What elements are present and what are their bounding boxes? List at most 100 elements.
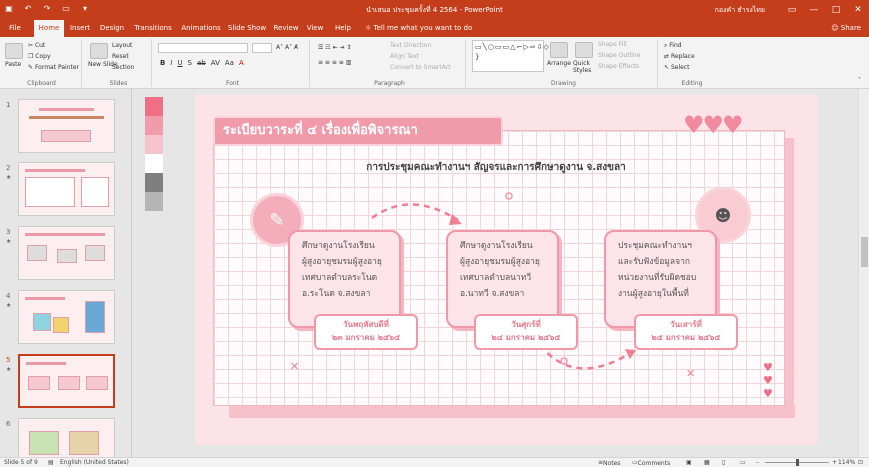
user-name[interactable]: กองคำ ธำรงไทย bbox=[715, 5, 765, 16]
paste-button[interactable]: Paste bbox=[5, 61, 21, 68]
select-button[interactable]: ↖ Select bbox=[664, 64, 689, 71]
slide-thumbnail-4[interactable] bbox=[18, 290, 115, 344]
slideshow-view-icon[interactable]: ▭ bbox=[740, 459, 746, 466]
card-line: ผู้สูงอายุชมรมผู้สูงอายุ bbox=[460, 257, 540, 267]
reset-button[interactable]: Reset bbox=[112, 53, 129, 60]
replace-button[interactable]: ⇄ Replace bbox=[664, 53, 695, 60]
tab-file[interactable]: File bbox=[4, 20, 26, 37]
shape-effects-button[interactable]: Shape Effects bbox=[598, 63, 639, 70]
quick-styles-button[interactable]: Quick Styles bbox=[573, 60, 593, 74]
vertical-scrollbar[interactable] bbox=[858, 89, 869, 457]
pill-date: ๒๓ มกราคม ๒๕๖๕ bbox=[331, 333, 401, 342]
hearts-decoration: ♥♥♥ bbox=[683, 111, 744, 139]
language-indicator[interactable]: English (United States) bbox=[60, 459, 129, 466]
font-name-input[interactable] bbox=[158, 43, 248, 53]
slide-thumbnail-6[interactable] bbox=[18, 418, 115, 458]
ribbon-display-icon[interactable]: ▭ bbox=[781, 0, 803, 20]
replace-icon: ⇄ bbox=[664, 53, 671, 60]
swatch bbox=[145, 173, 163, 192]
tab-insert[interactable]: Insert bbox=[68, 20, 92, 37]
zoom-slider-knob[interactable] bbox=[796, 459, 799, 466]
font-size-adjust-icon[interactable]: A˄ A˅ A̸ bbox=[276, 44, 298, 51]
card-line: งานผู้สูงอายุในพื้นที่ bbox=[618, 289, 689, 299]
shapes-gallery[interactable]: ▭╲○▭▭△⌐▷⇨⇩◇☆{ } bbox=[472, 40, 562, 72]
editing-group: ⌕ Find ⇄ Replace ↖ Select Editing bbox=[662, 39, 722, 87]
tell-me-box[interactable]: ☼ Tell me what you want to do bbox=[365, 20, 472, 37]
tab-slide-show[interactable]: Slide Show bbox=[227, 20, 267, 37]
font-size-input[interactable] bbox=[252, 43, 272, 53]
card-line: ผู้สูงอายุชมรมผู้สูงอายุ bbox=[302, 257, 382, 267]
thumb-number: 2 bbox=[6, 164, 11, 172]
reading-view-icon[interactable]: ▯ bbox=[722, 459, 725, 466]
decorative-band bbox=[229, 406, 795, 418]
card-line: ประชุมคณะทำงานฯ bbox=[618, 241, 692, 251]
shadow-button[interactable]: S bbox=[188, 59, 192, 67]
minimize-icon[interactable]: — bbox=[803, 0, 825, 20]
status-bar: Slide 5 of 9 ▤ English (United States) ≡… bbox=[0, 457, 869, 467]
tab-transitions[interactable]: Transitions bbox=[132, 20, 174, 37]
paste-icon[interactable] bbox=[5, 43, 23, 59]
arrange-icon[interactable] bbox=[550, 42, 568, 58]
tab-help[interactable]: Help bbox=[333, 20, 353, 37]
drawing-label: Drawing bbox=[551, 80, 576, 87]
italic-button[interactable]: I bbox=[170, 59, 172, 67]
pill-day: วันศุกร์ที่ bbox=[511, 320, 541, 329]
tab-home[interactable]: Home bbox=[34, 20, 64, 37]
date-pill-1[interactable]: วันพฤหัสบดีที่ ๒๓ มกราคม ๒๕๖๕ bbox=[314, 314, 418, 350]
align-text-button[interactable]: Align Text bbox=[390, 53, 419, 60]
find-button[interactable]: ⌕ Find bbox=[664, 42, 682, 50]
shape-outline-button[interactable]: Shape Outline bbox=[598, 52, 640, 59]
normal-view-icon[interactable]: ▣ bbox=[686, 459, 692, 466]
tab-view[interactable]: View bbox=[305, 20, 325, 37]
cut-button[interactable]: ✂ Cut bbox=[28, 42, 45, 49]
close-icon[interactable]: ✕ bbox=[847, 0, 869, 20]
change-case-button[interactable]: Aa bbox=[225, 59, 234, 67]
brush-icon: ✎ bbox=[28, 64, 35, 71]
collapse-ribbon-icon[interactable]: ˄ bbox=[858, 77, 861, 84]
arrange-button[interactable]: Arrange bbox=[547, 60, 571, 67]
slide-thumbnail-1[interactable] bbox=[18, 99, 115, 153]
spellcheck-icon[interactable]: ▤ bbox=[48, 459, 54, 466]
thumb-transition-star: ★ bbox=[6, 174, 12, 181]
zoom-level[interactable]: 114% bbox=[838, 459, 855, 466]
notes-button[interactable]: ≡ Notes bbox=[598, 459, 620, 467]
tab-animations[interactable]: Animations bbox=[180, 20, 222, 37]
card-line: เทศบาลตำบลระโนด bbox=[302, 273, 378, 283]
slide-thumbnail-5[interactable] bbox=[18, 354, 115, 408]
slide-thumbnail-3[interactable] bbox=[18, 226, 115, 280]
tab-review[interactable]: Review bbox=[273, 20, 299, 37]
slide-title[interactable]: ระเบียบวาระที่ ๔ เรื่องเพื่อพิจารณา bbox=[213, 116, 503, 146]
comments-button[interactable]: ▭ Comments bbox=[632, 459, 670, 467]
share-button[interactable]: ☺ Share bbox=[831, 20, 861, 37]
bullets-icon[interactable]: ☰ ☷ ⇤ ⇥ ↕ bbox=[318, 44, 351, 51]
font-color-button[interactable]: A bbox=[239, 59, 244, 67]
smartart-button[interactable]: Convert to SmartArt bbox=[390, 64, 451, 71]
zoom-out-icon[interactable]: – bbox=[756, 459, 759, 466]
strikethrough-button[interactable]: ab bbox=[197, 59, 206, 67]
shape-fill-button[interactable]: Shape Fill bbox=[598, 41, 627, 48]
new-slide-icon[interactable] bbox=[90, 43, 108, 59]
copy-button[interactable]: ❐ Copy bbox=[28, 53, 51, 60]
format-painter-button[interactable]: ✎ Format Painter bbox=[28, 64, 79, 71]
section-button[interactable]: Section bbox=[112, 64, 134, 71]
text-direction-button[interactable]: Text Direction bbox=[390, 42, 431, 49]
tab-design[interactable]: Design bbox=[99, 20, 125, 37]
slide-thumbnail-2[interactable] bbox=[18, 162, 115, 216]
slide-thumbnails-pane: 1 2 ★ 3 ★ 4 ★ 5 ★ 6 bbox=[0, 89, 132, 458]
slide-sorter-icon[interactable]: ▦ bbox=[704, 459, 710, 466]
fit-slide-icon[interactable]: ⊡ bbox=[858, 459, 863, 466]
char-spacing-button[interactable]: AV bbox=[211, 59, 220, 67]
quick-styles-icon[interactable] bbox=[575, 42, 593, 58]
layout-button[interactable]: Layout bbox=[112, 42, 132, 49]
date-pill-2[interactable]: วันศุกร์ที่ ๒๔ มกราคม ๒๕๖๕ bbox=[474, 314, 578, 350]
date-pill-3[interactable]: วันเสาร์ที่ ๒๕ มกราคม ๒๕๖๕ bbox=[634, 314, 738, 350]
maximize-icon[interactable]: □ bbox=[825, 0, 847, 20]
scrollbar-thumb[interactable] bbox=[861, 237, 868, 267]
card-line: ศึกษาดูงานโรงเรียน bbox=[302, 241, 375, 251]
slide-subtitle[interactable]: การประชุมคณะทำงานฯ สัญจรและการศึกษาดูงาน… bbox=[340, 160, 652, 175]
align-icon[interactable]: ≡ ≡ ≡ ≡ ▥ bbox=[318, 59, 351, 66]
zoom-in-icon[interactable]: + bbox=[832, 459, 837, 466]
underline-button[interactable]: U bbox=[177, 59, 182, 67]
title-bar: ▣ ↶ ↷ ▭ ▾ นำเสนอ ประชุมครั้งที่ 4 2564 -… bbox=[0, 0, 869, 20]
bold-button[interactable]: B bbox=[160, 59, 165, 67]
